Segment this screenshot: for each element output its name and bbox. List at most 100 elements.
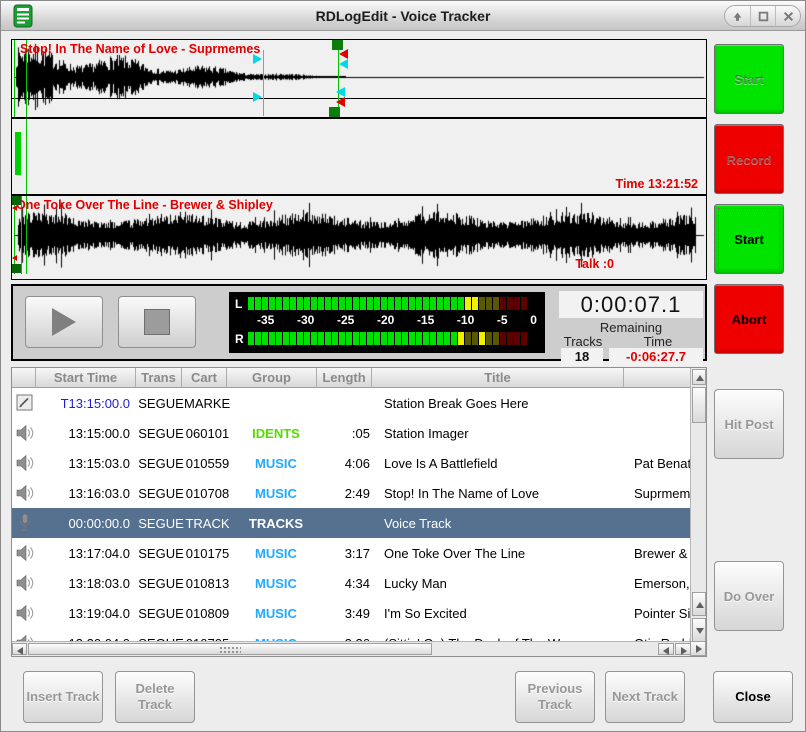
artist-cell: Pat Benatar [626,456,692,471]
scroll-left-button-2[interactable] [658,643,674,655]
horizontal-scroll-thumb[interactable] [28,643,432,655]
shade-icon[interactable] [725,6,750,26]
scroll-right-button[interactable] [675,643,691,655]
log-table-body: T13:15:00.0SEGUEMARKERStation Break Goes… [12,388,692,643]
column-header-blank[interactable] [12,368,36,388]
scroll-up-button-2[interactable] [692,592,706,616]
length-cell: :05 [321,426,376,441]
scroll-left-button[interactable] [12,643,27,655]
fade-handle-top[interactable] [339,59,348,69]
log-table-row[interactable]: 13:15:03.0SEGUE010559MUSIC4:06Love Is A … [12,448,692,478]
title-bar[interactable]: RDLogEdit - Voice Tracker [1,1,805,31]
log-table-row[interactable]: 13:15:00.0SEGUE060101IDENTS:05Station Im… [12,418,692,448]
waveform-panel-previous-track[interactable]: Stop! In The Name of Love - Suprmemes [12,40,706,119]
time-remaining-value: -0:06:27.7 [609,348,703,366]
vertical-scroll-thumb[interactable] [692,387,706,423]
title-cell: Love Is A Battlefield [376,456,626,471]
meter-segment [395,297,401,310]
talk-marker-handle-bottom[interactable] [12,255,17,261]
meter-segment [437,332,443,345]
insert-track-button[interactable]: Insert Track [23,671,103,723]
start-marker-handle-bottom[interactable] [12,264,21,273]
meter-segment [255,332,261,345]
side-button-do-over[interactable]: Do Over [714,561,784,631]
meter-segment [486,297,492,310]
log-table-row[interactable]: 13:17:04.0SEGUE010175MUSIC3:17One Toke O… [12,538,692,568]
column-header-Trans[interactable]: Trans [136,368,182,388]
fade-marker-line [263,50,264,116]
length-cell: 2:49 [321,486,376,501]
next-track-button[interactable]: Next Track [605,671,685,723]
horizontal-scrollbar[interactable] [12,641,692,656]
trans-cell: SEGUE [138,606,184,621]
start-marker-handle-top[interactable] [12,196,21,205]
meter-segment [276,297,282,310]
meter-scale-tick: -5 [497,313,508,329]
cart-cell: 010559 [184,456,231,471]
meter-segment [430,297,436,310]
meter-segment [374,297,380,310]
log-table: Start TimeTransCartGroupLengthTitle T13:… [11,367,707,657]
log-table-row[interactable]: T13:15:00.0SEGUEMARKERStation Break Goes… [12,388,692,418]
meter-segment [500,297,506,310]
transport-panel: L -35-30-25-20-15-10-50 R 0:00:07.1 Rema… [11,284,707,361]
close-icon[interactable] [775,6,800,26]
fade-marker-handle-top[interactable] [253,54,262,64]
close-button[interactable]: Close [713,671,793,723]
arrow-up-icon [696,375,704,381]
scrollbar-corner[interactable] [690,641,706,656]
meter-segment [332,332,338,345]
scroll-up-button[interactable] [692,369,706,385]
end-marker-handle-top[interactable] [339,49,348,59]
log-table-row[interactable]: 13:19:04.0SEGUE010809MUSIC3:49I'm So Exc… [12,598,692,628]
column-header-Length[interactable]: Length [317,368,372,388]
meter-segment [248,332,254,345]
group-cell: MUSIC [231,576,321,591]
trans-cell: SEGUE [138,546,184,561]
column-header-Start Time[interactable]: Start Time [36,368,136,388]
waveform-panel-next-track[interactable]: One Toke Over The Line - Brewer & Shiple… [12,196,706,274]
waveform-panel-voice-track[interactable]: Time 13:21:52 [12,119,706,196]
meter-segment [248,297,254,310]
side-button-hit-post[interactable]: Hit Post [714,389,784,459]
meter-segment [290,332,296,345]
column-header-Cart[interactable]: Cart [182,368,227,388]
meter-scale-tick: -15 [417,313,434,329]
fade-marker-handle-bottom[interactable] [253,92,262,102]
segue-marker-handle-bottom[interactable] [329,107,340,117]
maximize-icon[interactable] [750,6,775,26]
end-marker-handle-bottom[interactable] [336,97,345,107]
log-table-row[interactable]: 13:18:03.0SEGUE010813MUSIC4:34Lucky ManE… [12,568,692,598]
tracks-remaining-label: Tracks [553,334,613,349]
play-button[interactable] [25,296,103,348]
meter-segment [402,332,408,345]
thumb-grip [219,646,241,654]
log-table-row[interactable]: 13:16:03.0SEGUE010708MUSIC2:49Stop! In T… [12,478,692,508]
meter-segment [297,297,303,310]
side-button-start-2[interactable]: Start [714,204,784,274]
talk-marker-handle-top[interactable] [12,205,17,211]
stop-button[interactable] [118,296,196,348]
microphone-icon [12,513,38,533]
log-table-row[interactable]: 00:00:00.0SEGUETRACKTRACKSVoice Track [12,508,692,538]
speaker-icon [12,604,38,622]
start-time-cell: 13:17:04.0 [38,546,138,561]
meter-segment [353,332,359,345]
meter-segment [262,332,268,345]
side-button-abort[interactable]: Abort [714,284,784,354]
meter-segment [395,332,401,345]
previous-track-button[interactable]: Previous Track [515,671,595,723]
meter-segment [283,332,289,345]
fade-handle-bottom[interactable] [336,87,345,97]
vertical-scrollbar[interactable] [690,368,706,643]
window-title: RDLogEdit - Voice Tracker [1,1,805,31]
cart-cell: 060101 [184,426,231,441]
side-button-start-1[interactable]: Start [714,44,784,114]
delete-track-button[interactable]: Delete Track [115,671,195,723]
column-header-Group[interactable]: Group [227,368,317,388]
column-header-Title[interactable]: Title [372,368,624,388]
column-header-blank[interactable] [624,368,692,388]
group-cell: MUSIC [231,486,321,501]
scroll-down-button[interactable] [692,618,706,642]
side-button-record[interactable]: Record [714,124,784,194]
